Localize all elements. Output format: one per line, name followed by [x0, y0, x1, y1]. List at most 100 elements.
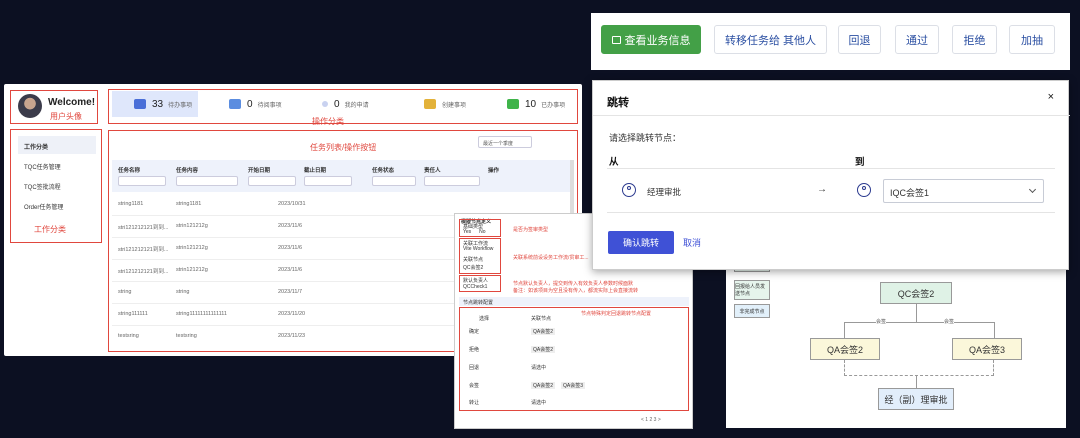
workflow-note: 关联系统前设设务工作流/贯审工... [513, 255, 589, 261]
filter-owner[interactable] [424, 176, 480, 186]
stat-todo[interactable]: 33 待办事项 [134, 91, 192, 117]
jump-row-tag[interactable]: QA会签3 [561, 382, 586, 389]
radio-yes[interactable]: Yes [463, 229, 471, 235]
row-content: strin121212g [176, 223, 208, 229]
jump-row-name: 确定 [469, 329, 480, 335]
add-sign-button[interactable]: 加抽 [1009, 25, 1055, 54]
jump-row[interactable]: 拒绝 QA会签2 [469, 346, 679, 353]
row-content: string1181 [176, 201, 202, 207]
action-bar: 查看业务信息 转移任务给 其他人 回退 通过 拒绝 加抽 [591, 13, 1070, 70]
col-task-content[interactable]: 任务内容 [176, 166, 198, 174]
reject-button[interactable]: 拒绝 [952, 25, 997, 54]
confirm-jump-button[interactable]: 确认跳转 [608, 231, 674, 254]
flow-qa2-node[interactable]: QA会签2 [810, 338, 880, 360]
filter-task-content[interactable] [176, 176, 238, 186]
flow-edge [844, 322, 994, 323]
arrow-right-icon: → [817, 184, 827, 195]
modal-prompt: 请选择跳转节点： [609, 133, 682, 143]
flow-edge [916, 304, 917, 322]
jump-row-tag[interactable]: QA会签2 [531, 382, 556, 389]
chevron-down-icon [1028, 185, 1037, 194]
transfer-task-button[interactable]: 转移任务给 其他人 [714, 25, 827, 54]
row-content: string [176, 289, 190, 295]
from-label: 从 [609, 157, 619, 168]
jump-row[interactable]: 会签 QA会签2 QA会签3 [469, 382, 679, 389]
col-due-date[interactable]: 截止日期 [304, 166, 326, 174]
menu-item-order-task[interactable]: Order任务管理 [18, 196, 96, 214]
stat-myrequests[interactable]: 0 我的申请 [322, 91, 369, 117]
jump-row-tag[interactable]: 请选中 [531, 399, 546, 406]
flow-final-node[interactable]: 经（副）理审批 [878, 388, 954, 410]
jump-config-header: 节点跳转配置 [459, 297, 689, 306]
flow-qa3-node[interactable]: QA会签3 [952, 338, 1022, 360]
task-list-annotation: 任务列表/操作按钮 [310, 143, 377, 152]
create-icon [424, 99, 436, 109]
ops-annotation: 操作分类 [312, 117, 344, 126]
target-node-select[interactable]: IQC会签1 [883, 179, 1044, 203]
col-action: 操作 [488, 168, 500, 174]
from-node-value: 经理审批 [647, 187, 682, 197]
flow-qc-node[interactable]: QC会签2 [880, 282, 952, 304]
owner-label: 默认负责人 [463, 278, 489, 284]
row-content: testsring [176, 333, 197, 339]
jump-row-tag[interactable]: QA会签2 [531, 328, 556, 335]
row-name: stri121212121到到... [118, 225, 169, 231]
col-owner[interactable]: 责任人 [424, 166, 441, 174]
stat-todo-label: 待办事项 [168, 102, 193, 109]
row-date: 2023/11/6 [278, 245, 303, 251]
flow-left-node-3[interactable]: 非完成节点 [734, 304, 770, 318]
menu-item-tqc-sign[interactable]: TQC签批流程 [18, 176, 96, 194]
approve-button[interactable]: 通过 [895, 25, 939, 54]
menu-header: 工作分类 [18, 136, 96, 154]
row-content: string11111111111111 [176, 311, 227, 317]
rollback-button[interactable]: 回退 [838, 25, 881, 54]
node-select[interactable]: QC会签2 [463, 264, 483, 271]
modal-title: 跳转 [607, 97, 629, 109]
done-icon [507, 99, 519, 109]
stat-done[interactable]: 10 已办事项 [507, 91, 565, 117]
toread-icon [229, 99, 241, 109]
menu-item-tqc-task[interactable]: TQC任务管理 [18, 156, 96, 174]
stat-myrequests-count: 0 [334, 98, 340, 110]
modal-divider [607, 168, 1055, 169]
jump-row[interactable]: 回退 请选中 [469, 364, 679, 371]
type-radio-group[interactable]: Yes No [463, 229, 486, 235]
modal-divider [607, 212, 1055, 213]
jump-row[interactable]: 转让 请选中 [469, 399, 679, 406]
target-node-value: IQC会签1 [890, 188, 930, 198]
row-content: strin121212g [176, 267, 208, 273]
filter-start-date[interactable] [248, 176, 296, 186]
cancel-button[interactable]: 取消 [668, 231, 701, 254]
jump-row[interactable]: 确定 QA会签2 [469, 328, 679, 335]
filter-status[interactable] [372, 176, 416, 186]
jump-row-tag[interactable]: QA会签2 [531, 346, 556, 353]
type-note: 是否为签审类型 [513, 227, 549, 233]
filter-due-date[interactable] [304, 176, 352, 186]
workflow-diagram: 回报给人员发送节点 非完成节点 QC会签2 会签 会签 QA会签2 QA会签3 … [726, 252, 1066, 428]
node-label: 关联节点 [463, 257, 484, 263]
stat-create[interactable]: 创建事项 [424, 91, 466, 117]
stat-toread[interactable]: 0 待阅事项 [229, 91, 282, 117]
radio-no[interactable]: No [479, 229, 485, 235]
col-task-name[interactable]: 任务名称 [118, 166, 140, 174]
owner-input[interactable]: QCCheck1 [463, 284, 487, 290]
jump-config-note: 节点特殊判定回退跳转节点配置 [581, 311, 652, 317]
sort-select[interactable]: 最近一个季度 [478, 136, 532, 148]
jump-row-name: 转让 [469, 400, 480, 406]
view-business-info-label: 查看业务信息 [624, 34, 691, 47]
view-business-info-button[interactable]: 查看业务信息 [601, 25, 701, 54]
flow-edge [994, 322, 995, 338]
flow-edge [916, 376, 917, 388]
close-icon[interactable]: × [1048, 91, 1054, 103]
filter-task-name[interactable] [118, 176, 166, 186]
stat-todo-count: 33 [152, 98, 164, 110]
col-status[interactable]: 任务状态 [372, 166, 394, 174]
avatar[interactable] [18, 94, 42, 118]
flow-join-edge [844, 360, 994, 376]
workflow-select[interactable]: Vite Workflow [463, 246, 493, 252]
col-start-date[interactable]: 开始日期 [248, 166, 270, 174]
flow-left-node-2[interactable]: 回报给人员发送节点 [734, 280, 770, 300]
config-pager[interactable]: < 1 2 3 > [641, 417, 661, 423]
message-icon [611, 35, 621, 44]
jump-row-tag[interactable]: 请选中 [531, 364, 546, 371]
